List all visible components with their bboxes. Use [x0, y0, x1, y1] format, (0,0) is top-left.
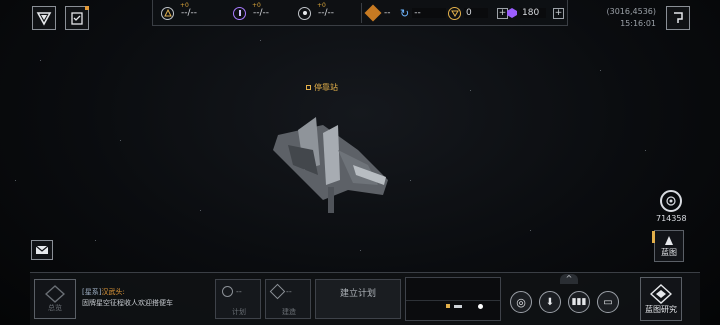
- resource-6-value: 0: [464, 8, 488, 18]
- minimap-line: [406, 300, 500, 301]
- crystal-resource-icon: [233, 6, 246, 20]
- plan-tab-label: 计划: [232, 308, 246, 316]
- envelope-icon: [35, 245, 49, 254]
- minimap-player-marker: [478, 304, 483, 309]
- overview-label: 总览: [48, 304, 62, 312]
- blueprint-label: 蓝图: [661, 247, 677, 257]
- station-marker-icon: [306, 85, 311, 90]
- resource-7[interactable]: 180 +: [507, 4, 564, 22]
- minimap[interactable]: [405, 277, 501, 321]
- build-slot-value: --: [286, 287, 292, 296]
- resource-1[interactable]: +0 --/--: [161, 2, 198, 22]
- chat-channel: [星系]: [82, 288, 102, 296]
- resource-2-delta: +0: [252, 2, 261, 9]
- warning-icon: [364, 4, 382, 22]
- resource-3-delta: +0: [317, 2, 326, 9]
- resource-2-value: --/--: [253, 8, 270, 18]
- plan-slot-value: --: [236, 287, 242, 296]
- resource-1-delta: +0: [180, 2, 189, 9]
- blueprint-research-label: 蓝图研究: [645, 304, 677, 314]
- blueprint-research-button[interactable]: 蓝图研究: [640, 277, 682, 321]
- time-text: 15:16:01: [620, 19, 656, 28]
- station-label[interactable]: 停靠站: [306, 82, 338, 93]
- plan-slot[interactable]: -- 计划: [215, 279, 261, 319]
- resource-bar: +0 --/-- +0 --/-- +0 --/-- -- ↻ -- 0 + 1…: [152, 0, 568, 26]
- build-tab-label: 建造: [282, 308, 296, 316]
- resource-4-value: --: [384, 8, 391, 18]
- blueprint-button[interactable]: 蓝图: [652, 230, 684, 262]
- clipboard-icon: [71, 12, 83, 25]
- resource-7-value: 180: [520, 8, 546, 18]
- resource-2[interactable]: +0 --/--: [233, 2, 270, 22]
- build-slot[interactable]: -- 建造: [265, 279, 311, 319]
- chat-box[interactable]: [星系]汉武头: 固牌星空征程收人欢迎搭便车: [82, 287, 212, 309]
- resource-3[interactable]: +0 --/--: [298, 2, 335, 22]
- divider: [361, 3, 362, 23]
- resource-4[interactable]: --: [364, 4, 391, 22]
- folder-button[interactable]: ▭: [597, 291, 619, 313]
- refresh-icon: ↻: [400, 6, 410, 20]
- expand-button[interactable]: ^: [560, 274, 578, 284]
- resource-5[interactable]: ↻ --: [400, 4, 447, 22]
- fleet-icon: ▮▮▮: [571, 297, 587, 307]
- radar-value: 714358: [656, 214, 687, 223]
- gas-resource-icon: [298, 6, 311, 20]
- blueprint-accent: [652, 231, 655, 243]
- map-marker-button[interactable]: [666, 6, 690, 30]
- space-station-image[interactable]: [268, 105, 398, 220]
- shield-icon: [36, 12, 52, 26]
- blueprint-research-icon: [650, 283, 672, 304]
- resource-3-value: --/--: [318, 8, 335, 18]
- resource-6[interactable]: 0 +: [448, 4, 508, 22]
- build-plan-label: 建立计划: [339, 289, 376, 299]
- triangle-resource-icon: [161, 6, 174, 20]
- tasks-button[interactable]: [65, 6, 89, 30]
- coin-icon: [448, 6, 461, 20]
- build-icon: [269, 283, 286, 300]
- add-gem-button[interactable]: +: [553, 7, 564, 19]
- chat-sender: 汉武头:: [101, 288, 125, 296]
- plan-icon: [222, 286, 233, 297]
- radar-button[interactable]: [660, 190, 682, 212]
- minimap-station-marker: [446, 304, 450, 308]
- fleet-button[interactable]: ▮▮▮: [568, 291, 590, 313]
- download-button[interactable]: ⬇: [539, 291, 561, 313]
- blueprint-ship-icon: [665, 235, 673, 245]
- gem-icon: [507, 8, 517, 18]
- bottom-panel: 总览 [星系]汉武头: 固牌星空征程收人欢迎搭便车 -- 计划 -- 建造 建立…: [30, 272, 700, 325]
- chat-message: 固牌星空征程收人欢迎搭便车: [82, 299, 173, 307]
- radar-icon: [666, 196, 676, 206]
- overview-button[interactable]: 总览: [34, 279, 76, 319]
- overview-diamond-icon: [45, 285, 65, 303]
- resource-1-value: --/--: [181, 8, 198, 18]
- download-icon: ⬇: [545, 296, 555, 308]
- minimap-ship-marker: [454, 305, 462, 308]
- shield-button[interactable]: [32, 6, 56, 30]
- coordinates-text: (3016,4536): [606, 7, 656, 16]
- resource-5-value: --: [412, 8, 447, 18]
- mail-button[interactable]: [31, 240, 53, 260]
- folder-icon: ▭: [603, 296, 613, 308]
- coordinates-display: (3016,4536) 15:16:01: [606, 6, 656, 30]
- flag-icon: [674, 12, 683, 23]
- galaxy-icon: ◎: [516, 295, 526, 309]
- station-name: 停靠站: [314, 83, 338, 92]
- galaxy-button[interactable]: ◎: [510, 291, 532, 313]
- notification-dot: [85, 6, 89, 10]
- build-plan-button[interactable]: 建立计划: [315, 279, 401, 319]
- chat-header: [星系]汉武头:: [82, 287, 212, 298]
